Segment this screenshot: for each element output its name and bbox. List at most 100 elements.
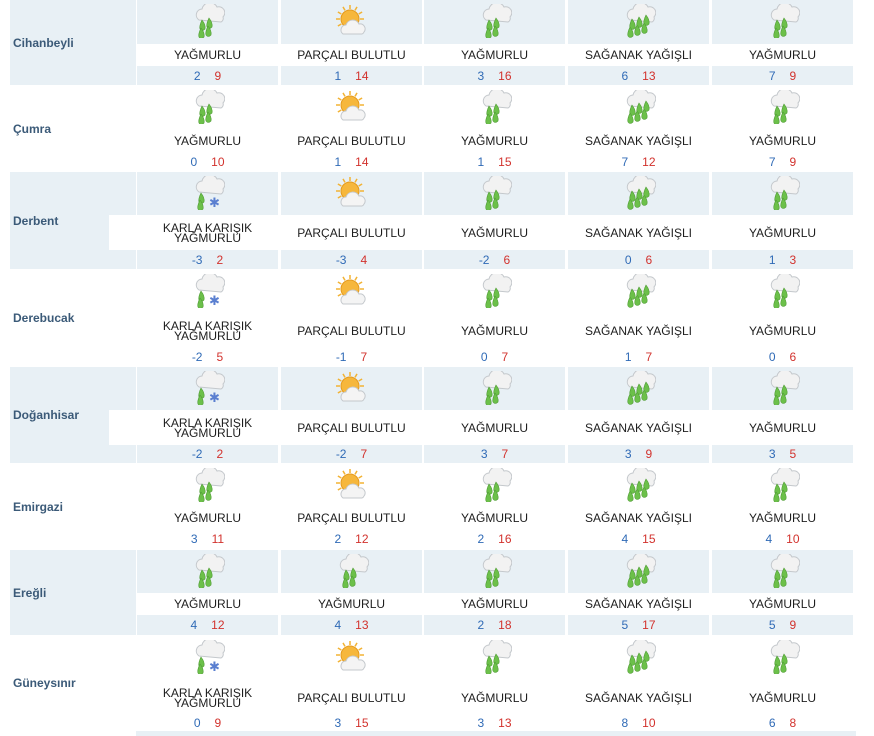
- forecast-day-cell: PARÇALI BULUTLU -1 7: [281, 270, 422, 366]
- max-temperature: 6: [645, 252, 653, 267]
- temperature-range: 4 13: [281, 615, 422, 635]
- min-temperature: 3: [477, 715, 485, 730]
- condition-label: PARÇALI BULUTLU: [297, 134, 406, 148]
- temperature-range: 79: [712, 152, 853, 171]
- temperature-range: 09: [137, 715, 278, 730]
- svg-text:✱: ✱: [209, 196, 220, 210]
- next-row-strip: [136, 731, 856, 736]
- rain-icon: [712, 636, 853, 680]
- temperature-range: 06: [712, 348, 853, 366]
- city-name[interactable]: Ereğli: [10, 550, 136, 635]
- max-temperature: 4: [360, 252, 368, 267]
- max-temperature: 10: [642, 715, 656, 730]
- condition-label: KARLA KARIŞIK YAĞMURLU: [109, 215, 306, 250]
- max-temperature: 16: [498, 532, 512, 546]
- forecast-day-cell: YAĞMURLU 5 9: [712, 550, 853, 635]
- temperature-range: -2 2: [137, 445, 278, 463]
- condition-label: YAĞMURLU: [712, 215, 853, 250]
- rain-icon: [712, 172, 853, 215]
- min-temperature: 8: [621, 715, 629, 730]
- temperature-range: 8 10: [568, 715, 709, 730]
- max-temperature: 11: [211, 532, 225, 546]
- shower-icon: [568, 270, 709, 313]
- forecast-day-cell: YAĞMURLU 6 8: [712, 636, 853, 730]
- condition-label: PARÇALI BULUTLU: [281, 215, 422, 250]
- forecast-day-cell: ✱ KARLA KARIŞIK YAĞMURLU 0 9: [137, 636, 278, 730]
- min-temperature: 0: [190, 154, 198, 169]
- rain-icon: [424, 270, 565, 313]
- max-temperature: 2: [216, 252, 224, 267]
- rain-icon: [712, 367, 853, 410]
- forecast-day-cell: YAĞMURLU 3 11: [137, 464, 278, 549]
- condition-label: SAĞANAK YAĞIŞLI: [568, 410, 709, 445]
- forecast-day-cell: SAĞANAK YAĞIŞLI 7 12: [568, 86, 709, 171]
- max-temperature: 7: [501, 447, 509, 461]
- forecast-day-cell: SAĞANAK YAĞIŞLI 4 15: [568, 464, 709, 549]
- max-temperature: 14: [355, 68, 369, 83]
- forecast-day-cell: YAĞMURLU 1 3: [712, 172, 853, 269]
- max-temperature: 14: [355, 154, 369, 169]
- min-temperature: 2: [334, 532, 342, 546]
- temperature-range: -3 4: [281, 250, 422, 269]
- condition-label: YAĞMURLU: [137, 44, 278, 66]
- condition-label: YAĞMURLU: [748, 134, 817, 148]
- condition-label: KARLA KARIŞIK YAĞMURLU: [162, 318, 253, 343]
- rain-icon: [424, 0, 565, 44]
- rain-icon: [712, 86, 853, 130]
- rain-icon: [712, 550, 853, 593]
- min-temperature: 2: [193, 68, 201, 83]
- temperature-range: -3 2: [137, 250, 278, 269]
- condition-label: YAĞMURLU: [712, 44, 853, 66]
- partly-cloudy-icon: [281, 367, 422, 410]
- forecast-day-cell: YAĞMURLU 2 18: [424, 550, 565, 635]
- min-temperature: 1: [334, 154, 342, 169]
- min-temperature: -2: [191, 350, 203, 364]
- max-temperature: 6: [789, 350, 797, 364]
- max-temperature: 5: [789, 447, 797, 461]
- max-temperature: 18: [498, 618, 512, 632]
- city-row: Çumra YAĞMURLU 0 10 PARÇALI BULUTLU 1 14 YAĞ…: [0, 86, 874, 172]
- temperature-range: 79: [712, 66, 853, 85]
- rain-icon: [424, 367, 565, 410]
- temperature-range: 4 12: [137, 615, 278, 635]
- max-temperature: 9: [645, 447, 653, 461]
- min-temperature: 6: [768, 715, 776, 730]
- condition-label: SAĞANAK YAĞIŞLI: [585, 511, 692, 525]
- temperature-range: 1 14: [281, 152, 422, 171]
- min-temperature: 4: [190, 618, 198, 632]
- min-temperature: 5: [768, 618, 776, 632]
- shower-icon: [568, 367, 709, 410]
- sleet-icon: ✱: [137, 636, 278, 680]
- condition-label: PARÇALI BULUTLU: [281, 44, 422, 66]
- max-temperature: 8: [789, 715, 797, 730]
- city-row: Emirgazi YAĞMURLU 3 11 PARÇALI BULUTLU 2 12 …: [0, 464, 874, 550]
- forecast-day-cell: ✱ KARLA KARIŞIK YAĞMURLU -2 5: [137, 270, 278, 366]
- min-temperature: -1: [335, 350, 347, 364]
- partly-cloudy-icon: [281, 636, 422, 680]
- min-temperature: 1: [624, 350, 632, 364]
- rain-icon: [137, 0, 278, 44]
- condition-label: PARÇALI BULUTLU: [297, 323, 406, 338]
- min-temperature: 7: [768, 68, 776, 83]
- city-name[interactable]: Cihanbeyli: [10, 0, 136, 85]
- city-name[interactable]: Emirgazi: [10, 464, 136, 549]
- max-temperature: 13: [355, 618, 369, 632]
- svg-text:✱: ✱: [209, 660, 220, 674]
- min-temperature: -2: [191, 447, 203, 461]
- max-temperature: 7: [360, 350, 368, 364]
- shower-icon: [568, 0, 709, 44]
- forecast-table: Cihanbeyli YAĞMURLU 2 9 PARÇALI BULUTLU 1 14…: [0, 0, 874, 736]
- max-temperature: 12: [355, 532, 369, 546]
- condition-label: SAĞANAK YAĞIŞLI: [568, 44, 709, 66]
- condition-label: YAĞMURLU: [424, 410, 565, 445]
- partly-cloudy-icon: [281, 270, 422, 313]
- min-temperature: 3: [768, 447, 776, 461]
- condition-label: PARÇALI BULUTLU: [297, 511, 406, 525]
- max-temperature: 7: [501, 350, 509, 364]
- city-name[interactable]: Çumra: [10, 86, 136, 171]
- city-row: Cihanbeyli YAĞMURLU 2 9 PARÇALI BULUTLU 1 14…: [0, 0, 874, 86]
- max-temperature: 12: [211, 618, 225, 632]
- sleet-icon: ✱: [137, 367, 278, 410]
- forecast-day-cell: YAĞMURLU 7 9: [712, 0, 853, 85]
- min-temperature: 3: [624, 447, 632, 461]
